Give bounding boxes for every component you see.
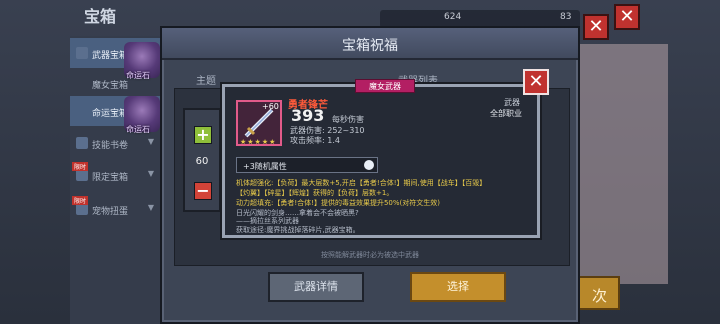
weapon-details-button[interactable]: 武器详情 xyxy=(268,272,364,302)
sidebar-item-label: 魔女宝箱 xyxy=(92,81,129,91)
close-icon: ✕ xyxy=(528,71,544,92)
description-line: 动力超填充:【勇者!合体!】提供的毒益效果提升50%(对符文生效) xyxy=(236,199,440,207)
sidebar-item-label: 命运宝箱 xyxy=(92,109,129,119)
random-attribute-field[interactable]: +3随机属性 xyxy=(236,157,378,173)
chevron-down-icon: ▼ xyxy=(147,169,154,178)
fate-stone-label: 命运石 xyxy=(126,125,150,134)
random-attribute-text: +3随机属性 xyxy=(243,162,287,171)
outer-close-button-2[interactable]: ✕ xyxy=(583,14,609,40)
weapon-dps-label: 每秒伤害 xyxy=(332,115,364,124)
chevron-down-icon: ▼ xyxy=(147,137,154,146)
rate-value: 1.4 xyxy=(327,136,340,145)
description-line: 【灼翼】【碎星】【辉煌】获得的【负荷】层数+1。 xyxy=(236,189,394,197)
chest-icon xyxy=(76,47,88,59)
sidebar-item-label: 技能书卷 xyxy=(92,141,129,151)
sidebar-item-limited-chest[interactable]: 限时 限定宝箱 ▼ xyxy=(70,160,162,190)
weapon-job: 全部职业 xyxy=(490,109,522,118)
acquisition-line: 获取途径:魔界挑战掉落碎片,武器宝箱。 xyxy=(236,226,360,234)
rate-label: 攻击频率: xyxy=(290,136,325,145)
description-line: 机体超强化:【负荷】最大层数+5,开启【勇者!合体!】期间,使用【战车】【百毁】 xyxy=(236,179,487,187)
popup-close-button[interactable]: ✕ xyxy=(523,69,549,95)
weapon-type: 武器 xyxy=(504,98,520,107)
sidebar-item-pet-gacha[interactable]: 限时 宠物扭蛋 ▼ xyxy=(70,194,162,224)
close-icon: ✕ xyxy=(588,16,604,37)
weapon-dps: 393 xyxy=(291,106,325,125)
background-action-label: 次 xyxy=(592,287,608,305)
column-header-theme: 主题 xyxy=(196,76,216,87)
weapon-rate-row: 攻击频率: 1.4 xyxy=(290,135,340,146)
book-icon xyxy=(76,137,88,149)
currency-amount-1: 624 xyxy=(444,12,462,22)
limited-badge: 限时 xyxy=(72,162,89,171)
damage-value: 252~310 xyxy=(327,126,365,135)
screen-title: 宝箱 xyxy=(84,7,117,26)
search-icon[interactable] xyxy=(364,160,374,170)
decrease-button[interactable]: − xyxy=(194,182,212,200)
chevron-down-icon: ▼ xyxy=(147,203,154,212)
dialog-title-bar: 宝箱祝福 xyxy=(162,28,578,60)
quantity-stepper: + 60 − xyxy=(183,108,221,212)
close-icon: ✕ xyxy=(619,6,635,27)
limited-badge: 限时 xyxy=(72,196,89,205)
damage-label: 武器伤害: xyxy=(290,126,325,135)
weapon-upgrade-level: +60 xyxy=(262,102,279,111)
currency-amount-2: 83 xyxy=(560,12,572,22)
dialog-title: 宝箱祝福 xyxy=(342,38,398,54)
witch-weapon-tag: 魔女武器 xyxy=(355,79,415,93)
quantity-value: 60 xyxy=(195,156,209,167)
weapon-rarity-stars: ★★★★★ xyxy=(240,138,277,146)
increase-button[interactable]: + xyxy=(194,126,212,144)
sidebar-item-label: 武器宝箱 xyxy=(92,51,129,61)
selection-hint: 按照能解武器时必为被选中武器 xyxy=(321,251,419,259)
sidebar-item-label: 限定宝箱 xyxy=(92,173,129,183)
select-button[interactable]: 选择 xyxy=(410,272,506,302)
sidebar-item-label: 宠物扭蛋 xyxy=(92,207,129,217)
outer-close-button[interactable]: ✕ xyxy=(614,4,640,30)
fate-stone-label: 命运石 xyxy=(126,71,150,80)
